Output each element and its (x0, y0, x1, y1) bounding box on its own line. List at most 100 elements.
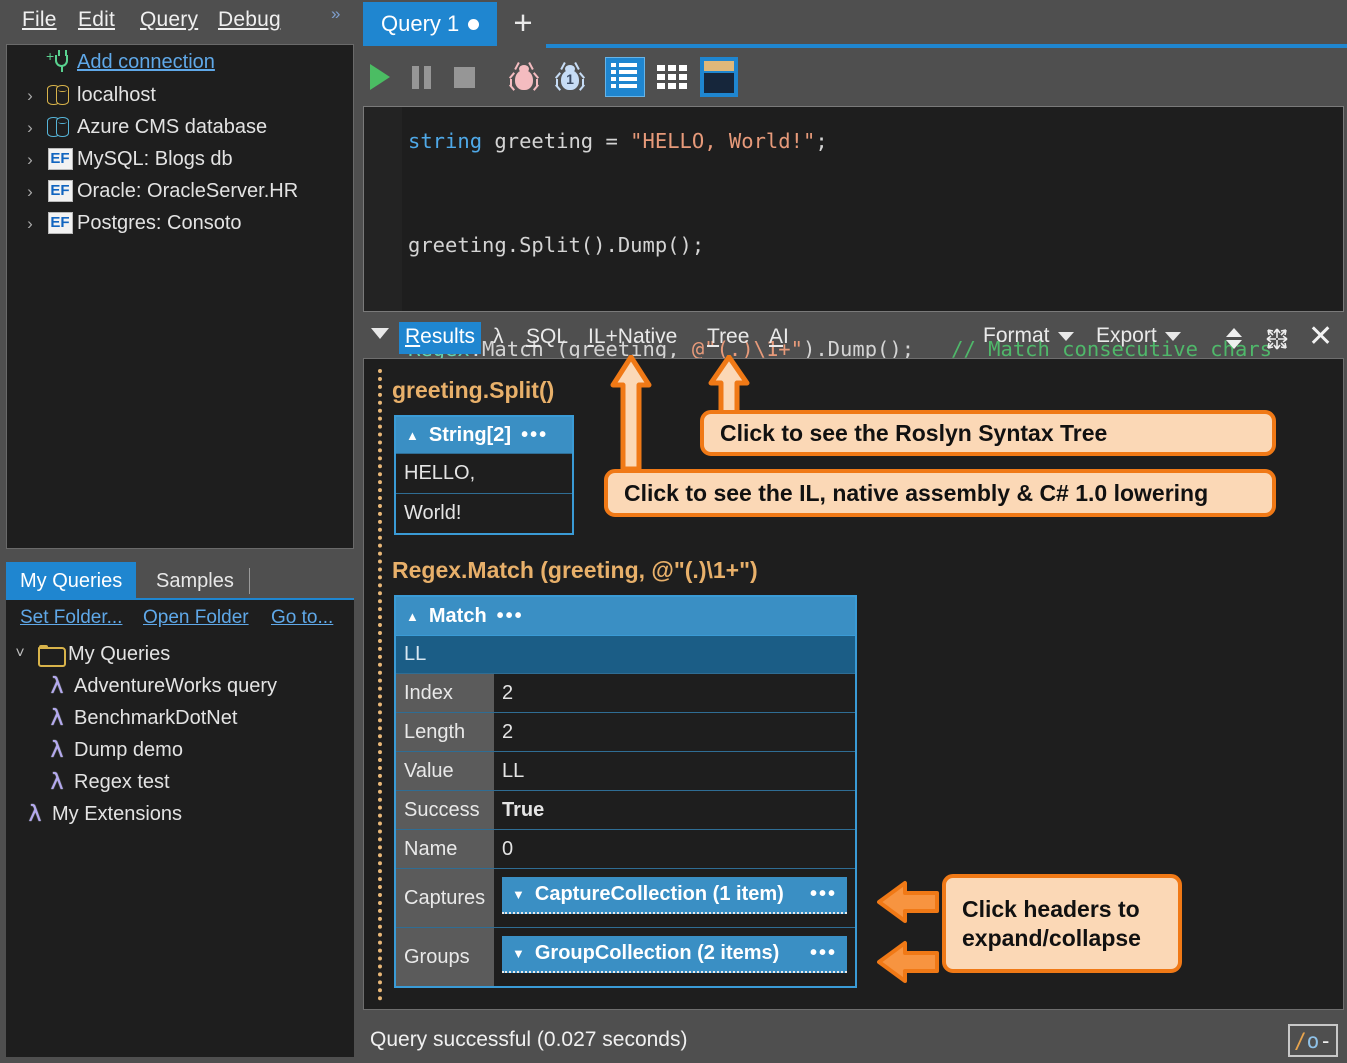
chevron-up-icon: ▲ (406, 609, 419, 624)
table-header-label: Match (429, 605, 487, 628)
capture-collection-chip[interactable]: ▼ CaptureCollection (1 item) ••• (502, 877, 847, 914)
menu-item-file[interactable]: File (22, 8, 57, 32)
query-item-my-extensions[interactable]: λ My Extensions (6, 798, 354, 830)
connection-item-localhost[interactable]: › localhost (7, 79, 353, 111)
editor-gutter (364, 107, 402, 311)
stop-button[interactable] (454, 48, 475, 106)
menu-item-debug[interactable]: Debug (218, 8, 281, 32)
connection-item-azure-cms-database[interactable]: › Azure CMS database (7, 111, 353, 143)
result-table-match: ▲ Match ••• LL Index 2 Length 2 Value LL… (394, 595, 857, 988)
annotation-arrow-il-native (610, 355, 652, 471)
chevron-down-icon[interactable]: ˅ (6, 645, 34, 663)
table-row: World! (396, 493, 572, 533)
chip-options-icon[interactable]: ••• (810, 942, 837, 965)
results-cells-button[interactable] (652, 48, 692, 106)
pause-icon (412, 66, 431, 89)
menu-item-file-label: File (22, 8, 57, 31)
menu-item-query-label: Query (140, 8, 198, 31)
query-item-regex-test[interactable]: λ Regex test (6, 766, 354, 798)
results-collapse-button[interactable] (371, 328, 389, 339)
add-connection-row[interactable]: + Add connection (7, 45, 353, 79)
code-token: greeting = (482, 129, 630, 153)
lambda-icon: λ (18, 802, 52, 827)
expander-chevron-icon[interactable]: › (17, 87, 43, 104)
connection-item-oracle-oracleserver-hr[interactable]: › EF Oracle: OracleServer.HR (7, 175, 353, 207)
tab-sql[interactable]: SQL (520, 322, 574, 354)
format-dropdown[interactable]: Format (983, 324, 1074, 348)
results-toolbar: Results λ SQL IL+Native Tree AI Format E… (363, 316, 1344, 360)
connection-item-mysql-blogs-db[interactable]: › EF MySQL: Blogs db (7, 143, 353, 175)
query-item-dump-demo[interactable]: λ Dump demo (6, 734, 354, 766)
command-prompt-icon[interactable]: /o- (1288, 1024, 1338, 1057)
run-button[interactable] (370, 48, 390, 106)
table-header-match[interactable]: ▲ Match ••• (396, 597, 855, 635)
table-options-icon[interactable]: ••• (521, 424, 548, 447)
table-options-icon[interactable]: ••• (497, 605, 524, 628)
results-grid-button[interactable] (605, 48, 645, 106)
pause-button[interactable] (412, 48, 431, 106)
field-key: Captures (396, 869, 494, 927)
code-token: greeting.Split().Dump(); (408, 233, 704, 257)
callout-headers-line1: Click headers to (962, 895, 1141, 923)
expander-chevron-icon[interactable]: › (17, 119, 43, 136)
go-to-link[interactable]: Go to... (271, 607, 333, 629)
chevron-double-right-icon[interactable]: » (331, 4, 340, 24)
new-query-tab-button[interactable]: + (505, 6, 541, 42)
table-header-label: String[2] (429, 424, 511, 447)
ef-badge-icon: EF (43, 212, 77, 234)
debug-button[interactable] (508, 48, 540, 106)
query-item-benchmarkdotnet[interactable]: λ BenchmarkDotNet (6, 702, 354, 734)
play-icon (370, 64, 390, 90)
result-title-split: greeting.Split() (392, 377, 554, 404)
up-down-arrows-icon[interactable] (1223, 324, 1245, 352)
layout-button[interactable] (700, 48, 738, 106)
expander-chevron-icon[interactable]: › (17, 183, 43, 200)
table-row-value: Value LL (396, 751, 855, 790)
callout-headers-line2: expand/collapse (962, 924, 1141, 952)
lambda-icon: λ (40, 674, 74, 699)
query-tab-strip: Query 1 + (360, 0, 1347, 48)
tab-lambda[interactable]: λ (487, 322, 510, 354)
lambda-icon: λ (40, 770, 74, 795)
tab-results[interactable]: Results (399, 322, 481, 354)
expand-all-icon[interactable] (1262, 324, 1292, 354)
code-token: ; (815, 129, 827, 153)
folder-icon (34, 645, 68, 664)
group-collection-chip[interactable]: ▼ GroupCollection (2 items) ••• (502, 936, 847, 973)
tab-ai[interactable]: AI (763, 322, 795, 354)
close-icon[interactable]: ✕ (1308, 322, 1333, 352)
queries-tab-strip: My Queries Samples (6, 562, 354, 600)
tab-tree[interactable]: Tree (701, 322, 755, 354)
tab-my-queries[interactable]: My Queries (6, 562, 136, 600)
expander-chevron-icon[interactable]: › (17, 151, 43, 168)
expander-chevron-icon[interactable]: › (17, 215, 43, 232)
field-value: ▼ CaptureCollection (1 item) ••• (494, 869, 855, 927)
status-message: Query successful (0.027 seconds) (370, 1028, 687, 1052)
callout-il-native: Click to see the IL, native assembly & C… (604, 469, 1276, 517)
table-header-string-array[interactable]: ▲ String[2] ••• (396, 417, 572, 453)
debug-step-button[interactable]: 1 (554, 48, 586, 106)
database-icon (43, 116, 77, 138)
connection-item-postgres-consoto[interactable]: › EF Postgres: Consoto (7, 207, 353, 239)
tab-samples[interactable]: Samples (142, 562, 248, 600)
connection-label: MySQL: Blogs db (77, 148, 233, 171)
export-dropdown[interactable]: Export (1096, 324, 1181, 348)
results-dotted-guide (378, 369, 382, 1001)
code-token: "HELLO, World!" (630, 129, 815, 153)
database-icon (43, 84, 77, 106)
open-folder-link[interactable]: Open Folder (143, 607, 249, 629)
tab-query-1[interactable]: Query 1 (363, 2, 497, 46)
code-editor[interactable]: string greeting = "HELLO, World!"; greet… (363, 106, 1344, 312)
menu-item-query[interactable]: Query (140, 8, 198, 32)
ef-badge-label: EF (48, 212, 73, 234)
menu-item-edit[interactable]: Edit (78, 8, 115, 32)
table-row-success: Success True (396, 790, 855, 829)
query-item-adventureworks-query[interactable]: λ AdventureWorks query (6, 670, 354, 702)
set-folder-link[interactable]: Set Folder... (20, 607, 122, 629)
field-value: ▼ GroupCollection (2 items) ••• (494, 928, 855, 986)
ef-badge-icon: EF (43, 148, 77, 170)
queries-folder-my-queries[interactable]: ˅ My Queries (6, 638, 354, 670)
chip-options-icon[interactable]: ••• (810, 883, 837, 906)
queries-tree: ˅ My Queries λ AdventureWorks query λ Be… (6, 638, 354, 830)
tab-il-native[interactable]: IL+Native (582, 322, 683, 354)
